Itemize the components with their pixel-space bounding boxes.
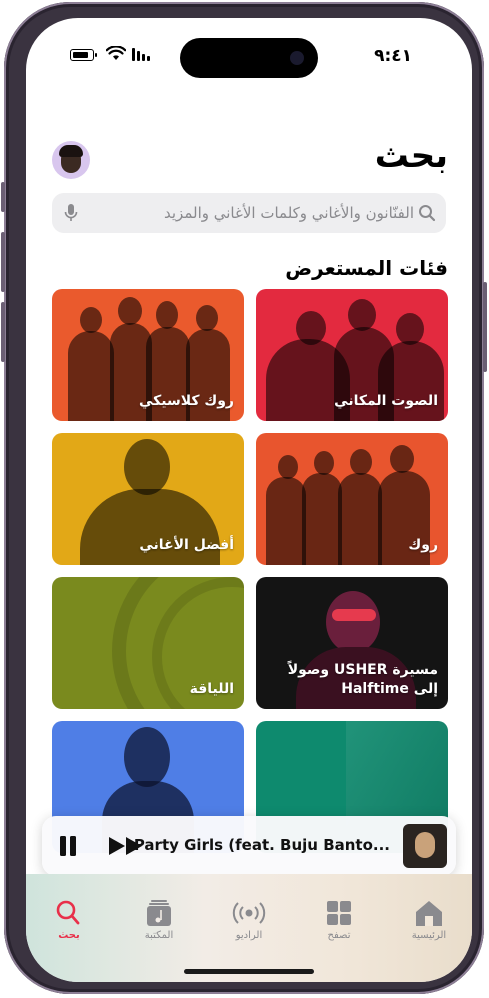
category-tile-fitness[interactable]: اللياقة (52, 577, 244, 709)
category-label: مسيرة USHER وصولاً إلى Halftime (287, 662, 438, 698)
avatar-hair (59, 145, 83, 157)
tab-label: تصفح (327, 930, 351, 941)
tab-label: المكتبة (144, 930, 174, 941)
search-input[interactable]: الفنّانون والأغاني وكلمات الأغاني والمزي… (52, 193, 446, 233)
volume-down-button (1, 302, 5, 362)
page-title: بحث (374, 136, 448, 176)
search-placeholder: الفنّانون والأغاني وكلمات الأغاني والمزي… (164, 204, 414, 222)
now-playing-title: Party Girls (feat. Buju Banto... (133, 836, 390, 854)
screen: ٩:٤١ بحث الفنّانون والأغاني وكلمات الأغا… (26, 18, 472, 982)
radio-icon (232, 902, 266, 924)
album-art[interactable] (403, 824, 447, 868)
category-tile-usher-halftime[interactable]: مسيرة USHER وصولاً إلى Halftime (256, 577, 448, 709)
home-icon (416, 901, 442, 926)
wifi-icon (106, 46, 126, 60)
phone-frame: ٩:٤١ بحث الفنّانون والأغاني وكلمات الأغا… (1, 2, 487, 994)
category-tile-spatial-audio[interactable]: الصوت المكاني (256, 289, 448, 421)
tab-label: الراديو (235, 930, 263, 941)
tab-library[interactable]: المكتبة (124, 898, 194, 941)
tab-home[interactable]: الرئيسية (394, 898, 464, 941)
category-label: روك (408, 537, 438, 554)
profile-avatar[interactable] (52, 141, 90, 179)
grid-icon (327, 901, 351, 925)
status-bar: ٩:٤١ (26, 18, 472, 78)
search-icon (56, 900, 80, 925)
category-label: الصوت المكاني (334, 393, 438, 410)
category-label: أفضل الأغاني (139, 537, 234, 554)
category-tile-top-hits[interactable]: أفضل الأغاني (52, 433, 244, 565)
mini-player[interactable]: Party Girls (feat. Buju Banto... (42, 816, 456, 876)
tab-label: الرئيسية (411, 930, 447, 941)
category-label: اللياقة (189, 681, 234, 698)
sunglasses-shape (332, 609, 376, 621)
home-indicator (184, 969, 314, 974)
tab-radio[interactable]: الراديو (214, 898, 284, 941)
category-label: روك كلاسيكي (138, 393, 234, 410)
tab-search[interactable]: بحث (34, 898, 104, 941)
power-button (483, 282, 487, 372)
cellular-signal-icon (132, 48, 150, 61)
search-icon (419, 205, 436, 222)
microphone-icon[interactable] (64, 203, 78, 223)
camera-icon (290, 51, 304, 65)
category-tile-rock[interactable]: روك (256, 433, 448, 565)
volume-up-button (1, 232, 5, 292)
browse-categories-title: فئات المستعرض (285, 256, 448, 280)
silent-switch (1, 182, 5, 212)
dynamic-island (180, 38, 318, 78)
battery-icon (70, 49, 97, 61)
status-time: ٩:٤١ (374, 46, 412, 66)
tab-label: بحث (58, 930, 80, 941)
tab-browse[interactable]: تصفح (304, 898, 374, 941)
library-icon (147, 900, 171, 926)
pause-icon[interactable] (58, 835, 78, 857)
category-tile-classic-rock[interactable]: روك كلاسيكي (52, 289, 244, 421)
tab-bar: الرئيسية تصفح الراديو المكتبة بحث (26, 874, 472, 982)
